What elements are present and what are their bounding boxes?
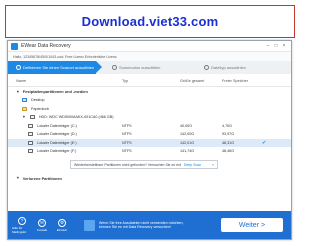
collapse-icon[interactable]: ▼	[16, 176, 20, 180]
app-title: EWear Data Recovery	[21, 43, 71, 49]
row-free: 48,46G	[222, 149, 235, 154]
notice-close-icon[interactable]: ×	[212, 163, 214, 167]
row-name: Papierkorb	[31, 106, 49, 111]
row-name: Lokaler Datenträger (F:)	[37, 149, 77, 154]
row-name: HDD: WDC WD5000AAKX-001CA0 (466 GB)	[38, 115, 114, 120]
header-size[interactable]: Größe gesamt	[180, 79, 222, 83]
row-free: 48,31G	[222, 140, 235, 145]
row-free: 93,97G	[222, 132, 235, 137]
section-label: Festplattenpartitionen und -medien	[22, 89, 88, 94]
step-label: Scanmodus auswählen	[119, 65, 161, 70]
drive-icon	[28, 140, 33, 145]
help-icon: ?	[18, 216, 26, 225]
row-name: Lokaler Datenträger (C:)	[37, 123, 77, 128]
row-size: 142,01G	[180, 140, 195, 145]
deep-scan-notice: Wiederherstellbare Partitionen nicht gef…	[70, 160, 218, 169]
footer-button-label: Einstell.	[56, 227, 68, 232]
title-bar: EWear Data Recovery – □ ×	[8, 41, 291, 52]
settings-button[interactable]: ⚙ Einstell.	[52, 218, 72, 232]
disk-icon	[29, 115, 35, 120]
footer-button-label: Kontakt	[36, 227, 48, 232]
table-row[interactable]: Papierkorb	[8, 105, 291, 114]
help-button[interactable]: ? Hilfe für Mailingslot	[12, 216, 32, 234]
step-label: Dateityp auswählen	[211, 65, 246, 70]
drive-icon	[28, 149, 33, 154]
wizard-steps: Definieren Sie einen Scanort auswählen S…	[8, 61, 291, 74]
app-logo-icon	[11, 42, 18, 50]
check-icon: ✔	[262, 139, 267, 146]
promo-message[interactable]: Wenn Sie Ihre Ausdateien nicht verwenden…	[84, 219, 192, 231]
row-size: 141,74G	[180, 149, 195, 154]
footer-button-label: Hilfe für Mailingslot	[12, 225, 27, 234]
banner-text: Download.viet33.com	[81, 14, 219, 29]
drive-icon	[28, 132, 33, 137]
footer-bar: ? Hilfe für Mailingslot ✉ Kontakt ⚙ Eins…	[8, 211, 291, 239]
scan-mode-icon	[112, 65, 117, 70]
desktop-icon	[22, 98, 27, 103]
row-type: NTFS	[122, 123, 132, 128]
drive-icon	[28, 123, 33, 128]
header-name[interactable]: Name	[16, 79, 122, 83]
row-type: NTFS	[122, 140, 132, 145]
row-size: 40,00G	[180, 123, 193, 128]
table-row[interactable]: Lokaler Datenträger (F:) NTFS 141,74G 48…	[8, 147, 291, 156]
header-type[interactable]: Typ	[122, 79, 180, 83]
collapse-icon[interactable]: ▼	[16, 90, 20, 94]
contact-icon: ✉	[38, 218, 46, 227]
row-type: NTFS	[122, 132, 132, 137]
table-row[interactable]: ▼ HDD: WDC WD5000AAKX-001CA0 (466 GB)	[8, 113, 291, 122]
promo-app-icon	[84, 219, 95, 231]
section-lost-partitions[interactable]: ▼ Verlorene Partitionen	[8, 174, 291, 183]
table-row[interactable]: Lokaler Datenträger (D:) NTFS 142,00G 93…	[8, 130, 291, 139]
table-row[interactable]: Desktop	[8, 96, 291, 105]
file-type-icon	[204, 65, 209, 70]
notice-text: Wiederherstellbare Partitionen nicht gef…	[74, 162, 181, 167]
step-scan-location[interactable]: Definieren Sie einen Scanort auswählen	[8, 61, 102, 74]
promo-text: Wenn Sie Ihre Ausdateien nicht verwenden…	[99, 220, 184, 229]
location-icon	[16, 65, 21, 70]
step-scan-mode[interactable]: Scanmodus auswählen	[96, 61, 186, 74]
step-label: Definieren Sie einen Scanort auswählen	[23, 65, 95, 70]
section-label: Verlorene Partitionen	[22, 175, 62, 181]
settings-icon: ⚙	[58, 218, 66, 227]
row-name: Lokaler Datenträger (E:)	[37, 140, 77, 145]
download-banner: Download.viet33.com	[5, 5, 295, 38]
table-row-selected[interactable]: Lokaler Datenträger (E:) NTFS 142,01G 48…	[8, 138, 291, 147]
header-free[interactable]: Freier Speicher	[222, 79, 262, 83]
row-size: 142,00G	[180, 132, 195, 137]
row-type: NTFS	[122, 149, 132, 154]
section-partitions[interactable]: ▼ Festplattenpartitionen und -medien	[8, 87, 291, 96]
license-info-text: Hallo, 12345678/45/0/1043-cod: Free Lize…	[13, 54, 117, 59]
license-info: Hallo, 12345678/45/0/1043-cod: Free Lize…	[8, 52, 291, 61]
expand-icon[interactable]: ▼	[22, 115, 26, 119]
app-window: EWear Data Recovery – □ × Hallo, 1234567…	[7, 40, 292, 240]
close-button[interactable]: ×	[280, 43, 288, 49]
row-name: Lokaler Datenträger (D:)	[37, 132, 77, 137]
table-row[interactable]: Lokaler Datenträger (C:) NTFS 40,00G 4,7…	[8, 122, 291, 131]
contact-button[interactable]: ✉ Kontakt	[32, 218, 52, 232]
table-header: Name Typ Größe gesamt Freier Speicher	[8, 76, 291, 87]
folder-icon	[22, 106, 27, 111]
row-name: Desktop	[31, 98, 45, 103]
minimize-button[interactable]: –	[264, 43, 272, 49]
row-free: 4,70G	[222, 123, 233, 128]
next-button[interactable]: Weiter >	[221, 218, 283, 232]
step-file-type[interactable]: Dateityp auswählen	[186, 61, 286, 74]
maximize-button[interactable]: □	[272, 43, 280, 49]
deep-scan-link[interactable]: Deep Scan	[184, 163, 201, 167]
